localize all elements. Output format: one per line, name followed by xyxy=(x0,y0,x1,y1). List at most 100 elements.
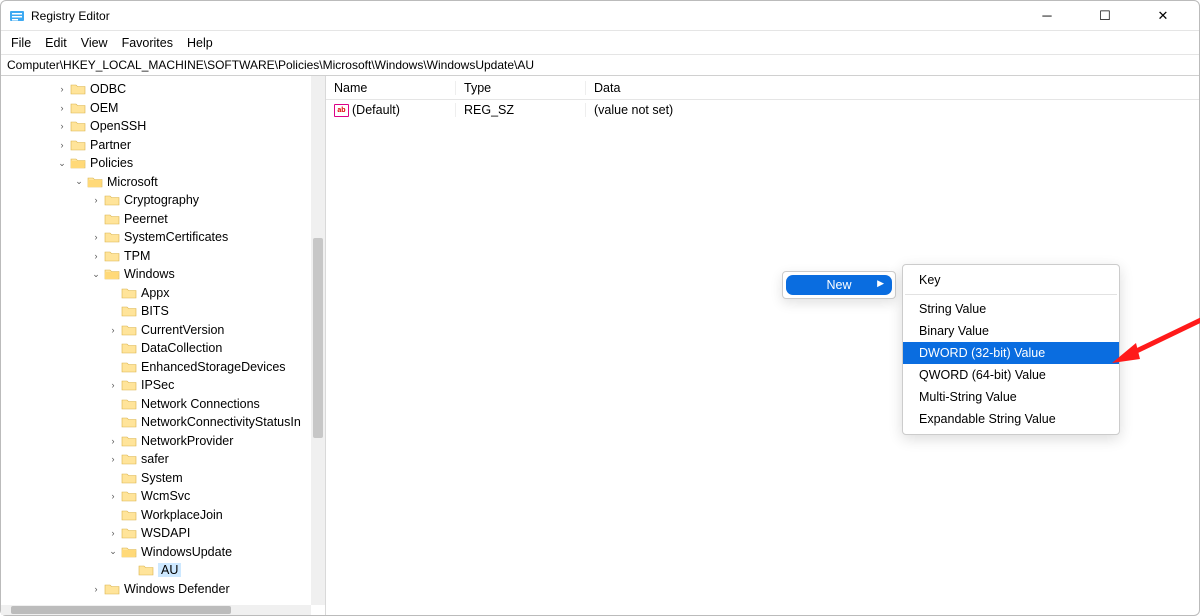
chevron-right-icon[interactable]: › xyxy=(107,325,119,335)
folder-icon xyxy=(70,138,86,152)
chevron-down-icon[interactable]: ⌄ xyxy=(90,269,102,280)
tree-node[interactable]: DataCollection xyxy=(1,339,325,358)
folder-icon xyxy=(121,452,137,466)
folder-icon xyxy=(70,101,86,115)
column-header-data[interactable]: Data xyxy=(586,81,1199,95)
chevron-down-icon[interactable]: ⌄ xyxy=(56,158,68,169)
tree-node[interactable]: BITS xyxy=(1,302,325,321)
context-menu-submenu: Key String Value Binary Value DWORD (32-… xyxy=(902,264,1120,435)
tree-node[interactable]: ⌄ WindowsUpdate xyxy=(1,543,325,562)
tree-node-label: WindowsUpdate xyxy=(141,545,232,559)
tree-node-label: Policies xyxy=(90,156,133,170)
tree-node[interactable]: ›Partner xyxy=(1,136,325,155)
tree-node-label: NetworkProvider xyxy=(141,434,233,448)
chevron-right-icon[interactable]: › xyxy=(107,491,119,501)
tree-node[interactable]: EnhancedStorageDevices xyxy=(1,358,325,377)
menu-edit[interactable]: Edit xyxy=(45,36,67,50)
tree-node[interactable]: NetworkConnectivityStatusIn xyxy=(1,413,325,432)
folder-icon xyxy=(138,563,154,577)
context-item-new[interactable]: New ▶ xyxy=(786,275,892,295)
context-menu-primary: New ▶ xyxy=(782,271,896,299)
tree-node[interactable]: ›WSDAPI xyxy=(1,524,325,543)
chevron-right-icon[interactable]: › xyxy=(90,195,102,205)
column-header-type[interactable]: Type xyxy=(456,81,586,95)
column-header-name[interactable]: Name xyxy=(326,81,456,95)
scrollbar-thumb[interactable] xyxy=(11,606,231,614)
folder-icon xyxy=(121,304,137,318)
tree-node-label: NetworkConnectivityStatusIn xyxy=(141,415,301,429)
submenu-string-value[interactable]: String Value xyxy=(903,298,1119,320)
tree-node[interactable]: › NetworkProvider xyxy=(1,432,325,451)
chevron-right-icon[interactable]: › xyxy=(56,140,68,150)
context-item-label: New xyxy=(826,278,851,292)
folder-icon xyxy=(70,82,86,96)
tree-node[interactable]: WorkplaceJoin xyxy=(1,506,325,525)
tree-node[interactable]: AU xyxy=(1,561,325,580)
tree-node[interactable]: ›Windows Defender xyxy=(1,580,325,599)
tree-node[interactable]: ⌄Microsoft xyxy=(1,173,325,192)
menu-favorites[interactable]: Favorites xyxy=(122,36,173,50)
tree-node[interactable]: › ODBC xyxy=(1,80,325,99)
submenu-qword-value[interactable]: QWORD (64-bit) Value xyxy=(903,364,1119,386)
chevron-right-icon[interactable]: › xyxy=(107,380,119,390)
chevron-right-icon[interactable]: › xyxy=(90,584,102,594)
titlebar: Registry Editor ─ ☐ ✕ xyxy=(1,1,1199,31)
chevron-right-icon[interactable]: › xyxy=(107,454,119,464)
submenu-arrow-icon: ▶ xyxy=(877,278,884,289)
submenu-binary-value[interactable]: Binary Value xyxy=(903,320,1119,342)
tree-node-label: ODBC xyxy=(90,82,126,96)
row-name-text: (Default) xyxy=(352,103,400,117)
folder-icon xyxy=(121,378,137,392)
tree-node[interactable]: System xyxy=(1,469,325,488)
submenu-dword-value[interactable]: DWORD (32-bit) Value xyxy=(903,342,1119,364)
tree-node[interactable]: Network Connections xyxy=(1,395,325,414)
tree-node[interactable]: ›TPM xyxy=(1,247,325,266)
tree-node[interactable]: ›safer xyxy=(1,450,325,469)
menu-help[interactable]: Help xyxy=(187,36,213,50)
tree-node[interactable]: ›WcmSvc xyxy=(1,487,325,506)
tree-node[interactable]: ⌄ Policies xyxy=(1,154,325,173)
row-type: REG_SZ xyxy=(456,103,586,117)
chevron-right-icon[interactable]: › xyxy=(107,436,119,446)
tree-scrollbar-vertical[interactable] xyxy=(311,76,325,605)
chevron-right-icon[interactable]: › xyxy=(56,103,68,113)
chevron-right-icon[interactable]: › xyxy=(90,251,102,261)
folder-icon xyxy=(121,545,137,559)
folder-icon xyxy=(87,175,103,189)
chevron-down-icon[interactable]: ⌄ xyxy=(73,176,85,187)
tree-node[interactable]: ›OEM xyxy=(1,99,325,118)
tree-node[interactable]: › SystemCertificates xyxy=(1,228,325,247)
chevron-right-icon[interactable]: › xyxy=(56,84,68,94)
menu-file[interactable]: File xyxy=(11,36,31,50)
menu-view[interactable]: View xyxy=(81,36,108,50)
reg-sz-icon: ab xyxy=(334,104,349,117)
tree-scrollbar-horizontal[interactable] xyxy=(1,605,311,615)
submenu-key[interactable]: Key xyxy=(903,269,1119,291)
maximize-button[interactable]: ☐ xyxy=(1085,8,1125,24)
tree-node[interactable]: ›Cryptography xyxy=(1,191,325,210)
row-name: ab (Default) xyxy=(326,103,456,117)
tree-node-label: DataCollection xyxy=(141,341,222,355)
tree-node-label: SystemCertificates xyxy=(124,230,228,244)
tree-node-label: IPSec xyxy=(141,378,174,392)
tree-node[interactable]: ›OpenSSH xyxy=(1,117,325,136)
minimize-button[interactable]: ─ xyxy=(1027,8,1067,24)
submenu-multistring-value[interactable]: Multi-String Value xyxy=(903,386,1119,408)
tree-node[interactable]: ⌄Windows xyxy=(1,265,325,284)
list-row[interactable]: ab (Default) REG_SZ (value not set) xyxy=(326,100,1199,120)
close-button[interactable]: ✕ xyxy=(1143,8,1183,24)
tree-node[interactable]: Peernet xyxy=(1,210,325,229)
tree-node[interactable]: Appx xyxy=(1,284,325,303)
address-bar[interactable]: Computer\HKEY_LOCAL_MACHINE\SOFTWARE\Pol… xyxy=(1,55,1199,76)
chevron-right-icon[interactable]: › xyxy=(56,121,68,131)
scrollbar-thumb[interactable] xyxy=(313,238,323,438)
chevron-down-icon[interactable]: ⌄ xyxy=(107,546,119,557)
folder-icon xyxy=(121,323,137,337)
submenu-expandable-value[interactable]: Expandable String Value xyxy=(903,408,1119,430)
chevron-right-icon[interactable]: › xyxy=(107,528,119,538)
folder-icon xyxy=(121,360,137,374)
chevron-right-icon[interactable]: › xyxy=(90,232,102,242)
tree-node[interactable]: ›CurrentVersion xyxy=(1,321,325,340)
tree-node-label: System xyxy=(141,471,183,485)
tree-node[interactable]: › IPSec xyxy=(1,376,325,395)
